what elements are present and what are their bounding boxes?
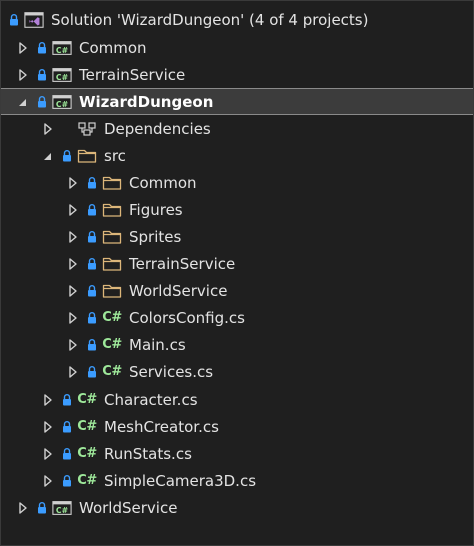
folder-icon bbox=[102, 229, 122, 245]
lock-icon bbox=[87, 230, 97, 244]
lock-icon bbox=[62, 149, 72, 163]
folder-label: Common bbox=[129, 173, 197, 192]
folder-icon bbox=[102, 175, 122, 191]
lock-icon bbox=[37, 68, 47, 82]
project-label: Common bbox=[79, 38, 147, 57]
solution-icon bbox=[24, 12, 44, 28]
file-node-mesh-creator[interactable]: C# MeshCreator.cs bbox=[1, 413, 473, 440]
chevron-right-icon[interactable] bbox=[17, 68, 29, 82]
project-label: WizardDungeon bbox=[79, 92, 214, 111]
chevron-right-icon[interactable] bbox=[17, 501, 29, 515]
csharp-file-icon: C# bbox=[102, 337, 122, 352]
lock-icon bbox=[87, 257, 97, 271]
project-label: TerrainService bbox=[79, 65, 186, 84]
lock-icon bbox=[87, 365, 97, 379]
csproj-icon bbox=[52, 94, 72, 110]
file-label: MeshCreator.cs bbox=[104, 417, 219, 436]
file-label: SimpleCamera3D.cs bbox=[104, 471, 257, 490]
solution-node[interactable]: Solution 'WizardDungeon' (4 of 4 project… bbox=[1, 6, 473, 33]
dependencies-icon bbox=[77, 121, 97, 137]
lock-icon bbox=[62, 474, 72, 488]
chevron-right-icon[interactable] bbox=[17, 41, 29, 55]
solution-explorer-tree: Solution 'WizardDungeon' (4 of 4 project… bbox=[0, 0, 474, 546]
project-node-wizard-dungeon[interactable]: WizardDungeon bbox=[1, 88, 473, 115]
solution-label: Solution 'WizardDungeon' (4 of 4 project… bbox=[51, 10, 369, 29]
dependencies-label: Dependencies bbox=[104, 119, 211, 138]
folder-icon bbox=[102, 256, 122, 272]
lock-icon bbox=[87, 176, 97, 190]
folder-label: Sprites bbox=[129, 227, 182, 246]
chevron-right-icon[interactable] bbox=[42, 420, 54, 434]
csharp-file-icon: C# bbox=[102, 364, 122, 379]
project-label: WorldService bbox=[79, 498, 178, 517]
lock-icon bbox=[37, 41, 47, 55]
file-node-character[interactable]: C# Character.cs bbox=[1, 386, 473, 413]
lock-icon bbox=[37, 95, 47, 109]
chevron-right-icon[interactable] bbox=[67, 284, 79, 298]
file-label: ColorsConfig.cs bbox=[129, 308, 245, 327]
folder-icon bbox=[102, 283, 122, 299]
lock-icon bbox=[62, 420, 72, 434]
folder-node-src[interactable]: src bbox=[1, 142, 473, 169]
folder-label: WorldService bbox=[129, 281, 228, 300]
chevron-right-icon[interactable] bbox=[67, 365, 79, 379]
csharp-file-icon: C# bbox=[77, 473, 97, 488]
folder-label: TerrainService bbox=[129, 254, 236, 273]
chevron-right-icon[interactable] bbox=[67, 311, 79, 325]
csproj-icon bbox=[52, 40, 72, 56]
lock-icon bbox=[87, 338, 97, 352]
chevron-down-icon[interactable] bbox=[17, 95, 29, 109]
file-node-run-stats[interactable]: C# RunStats.cs bbox=[1, 440, 473, 467]
lock-icon bbox=[62, 393, 72, 407]
chevron-right-icon[interactable] bbox=[42, 474, 54, 488]
file-label: Character.cs bbox=[104, 390, 198, 409]
csharp-file-icon: C# bbox=[77, 446, 97, 461]
csharp-file-icon: C# bbox=[102, 310, 122, 325]
file-label: Services.cs bbox=[129, 362, 214, 381]
chevron-right-icon[interactable] bbox=[67, 203, 79, 217]
folder-node-common[interactable]: Common bbox=[1, 169, 473, 196]
dependencies-node[interactable]: Dependencies bbox=[1, 115, 473, 142]
folder-icon bbox=[102, 202, 122, 218]
project-node-terrain-service[interactable]: TerrainService bbox=[1, 61, 473, 88]
lock-icon bbox=[87, 311, 97, 325]
csharp-file-icon: C# bbox=[77, 392, 97, 407]
lock-icon bbox=[62, 447, 72, 461]
project-node-world-service[interactable]: WorldService bbox=[1, 494, 473, 521]
lock-icon bbox=[9, 13, 19, 27]
file-label: Main.cs bbox=[129, 335, 186, 354]
chevron-right-icon[interactable] bbox=[42, 447, 54, 461]
file-node-colors-config[interactable]: C# ColorsConfig.cs bbox=[1, 304, 473, 331]
chevron-right-icon[interactable] bbox=[67, 338, 79, 352]
file-label: RunStats.cs bbox=[104, 444, 192, 463]
folder-node-figures[interactable]: Figures bbox=[1, 196, 473, 223]
file-node-services[interactable]: C# Services.cs bbox=[1, 358, 473, 385]
lock-icon bbox=[37, 501, 47, 515]
file-node-simple-camera[interactable]: C# SimpleCamera3D.cs bbox=[1, 467, 473, 494]
chevron-right-icon[interactable] bbox=[67, 257, 79, 271]
folder-label: Figures bbox=[129, 200, 183, 219]
csproj-icon bbox=[52, 67, 72, 83]
chevron-right-icon[interactable] bbox=[67, 176, 79, 190]
project-node-common[interactable]: Common bbox=[1, 34, 473, 61]
folder-node-world-service[interactable]: WorldService bbox=[1, 277, 473, 304]
folder-icon bbox=[77, 148, 97, 164]
folder-label: src bbox=[104, 146, 126, 165]
folder-node-sprites[interactable]: Sprites bbox=[1, 223, 473, 250]
csharp-file-icon: C# bbox=[77, 419, 97, 434]
chevron-right-icon[interactable] bbox=[67, 230, 79, 244]
lock-icon bbox=[87, 284, 97, 298]
folder-node-terrain-service[interactable]: TerrainService bbox=[1, 250, 473, 277]
lock-icon bbox=[87, 203, 97, 217]
chevron-right-icon[interactable] bbox=[42, 122, 54, 136]
chevron-right-icon[interactable] bbox=[42, 393, 54, 407]
chevron-down-icon[interactable] bbox=[42, 149, 54, 163]
file-node-main[interactable]: C# Main.cs bbox=[1, 331, 473, 358]
csproj-icon bbox=[52, 500, 72, 516]
